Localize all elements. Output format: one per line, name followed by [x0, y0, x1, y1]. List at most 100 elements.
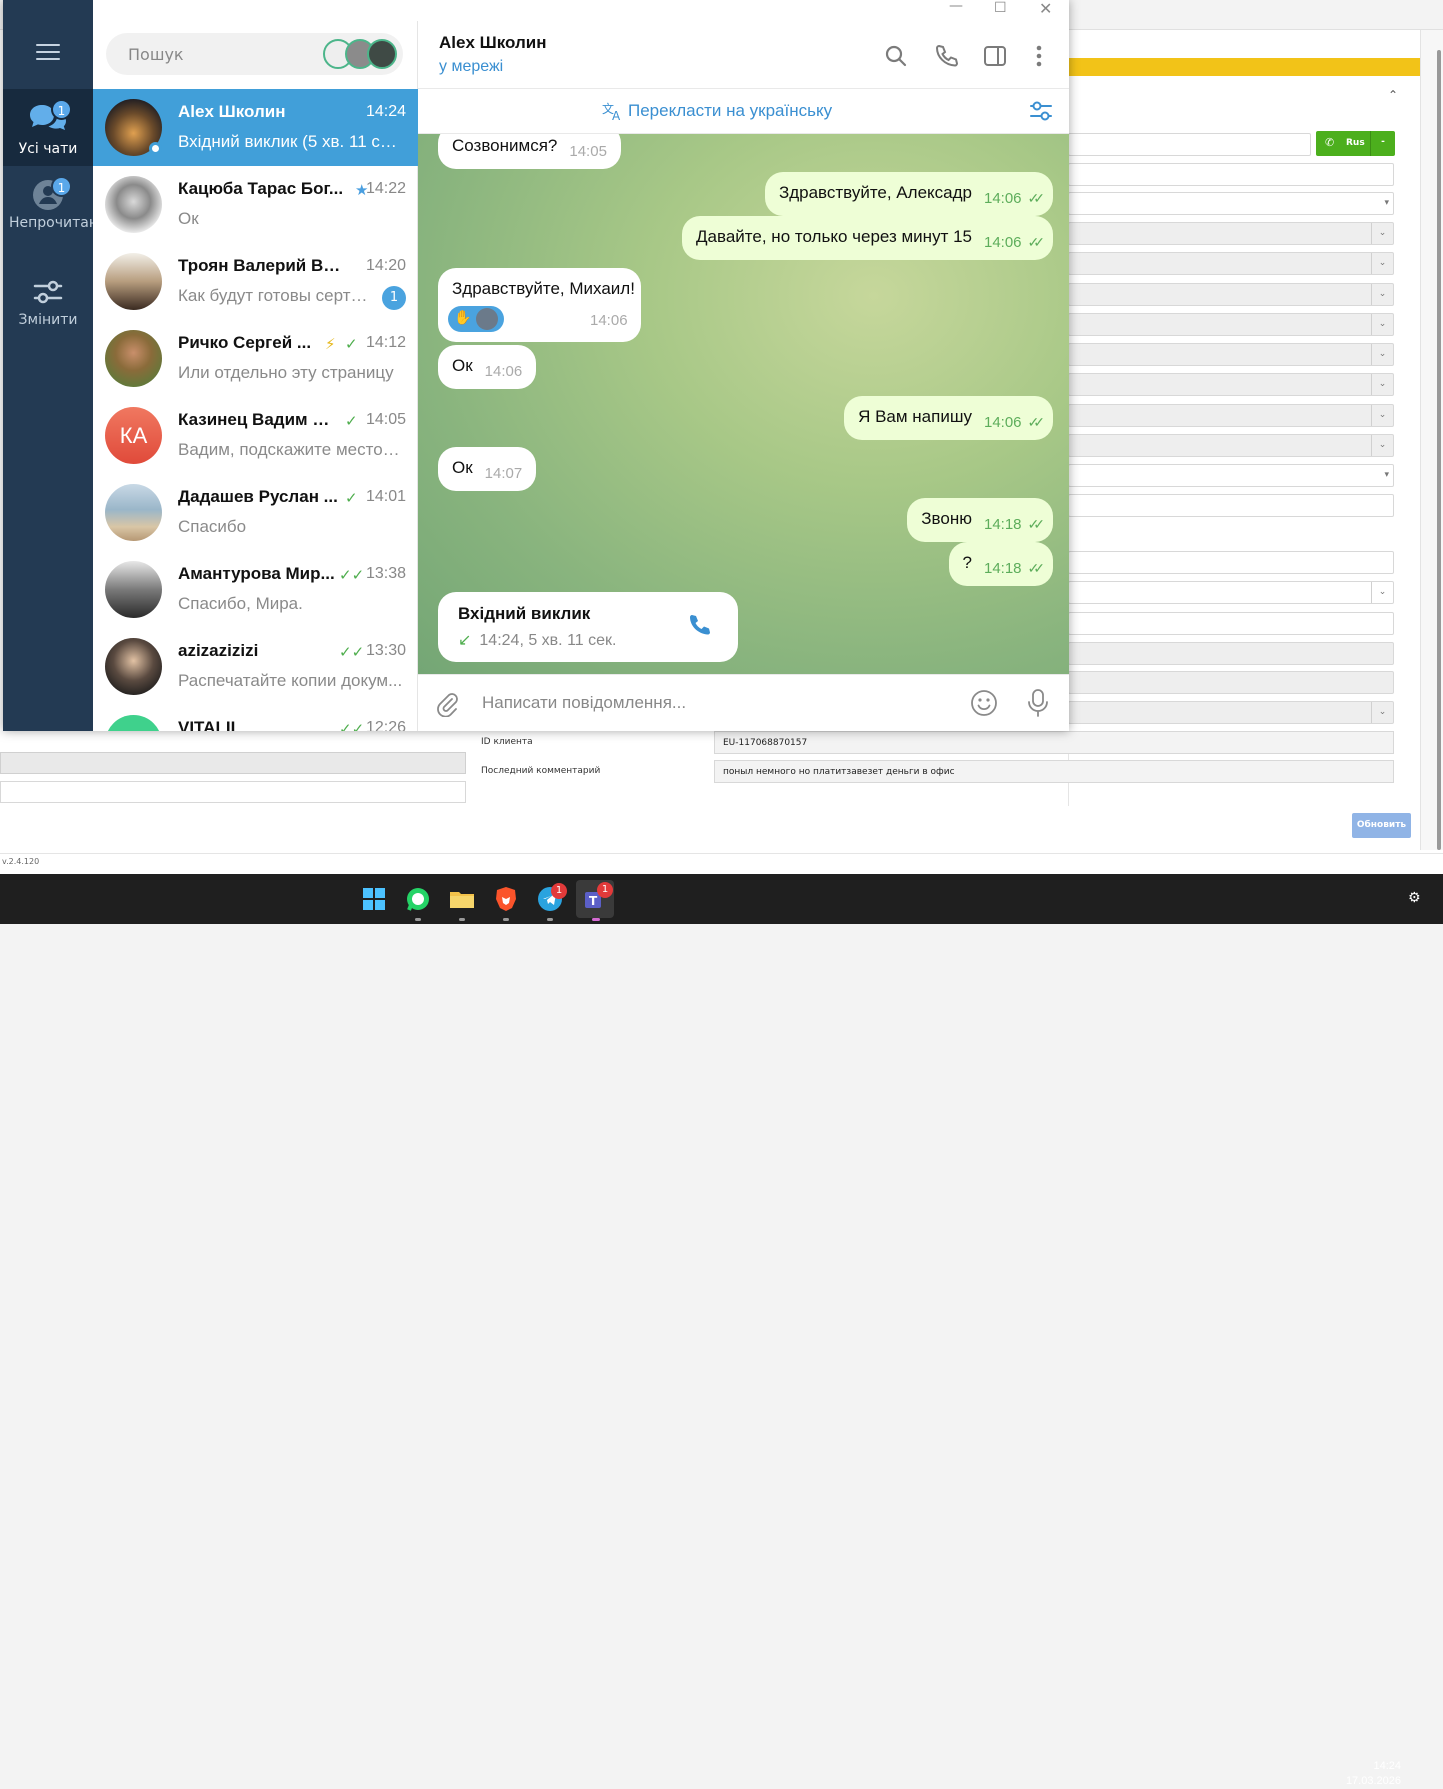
chat-item[interactable]: Дадашев Руслан ... ✓ 14:01 Спасибо	[93, 474, 418, 551]
chat-preview: Вхідний виклик (5 хв. 11 сек.)	[178, 132, 403, 151]
call-title: Вхідний виклик	[458, 604, 591, 623]
form-field[interactable]	[1068, 163, 1394, 186]
form-field[interactable]	[1068, 612, 1394, 635]
notification-bell-icon[interactable]: ⚙	[1408, 890, 1421, 906]
form-select[interactable]: ⌄	[1068, 313, 1394, 336]
update-button[interactable]: Обновить	[1352, 813, 1411, 838]
chat-time: 14:24	[365, 103, 406, 120]
message-bubble[interactable]: Созвонимся? 14:05	[438, 134, 621, 169]
double-check-icon: ✓✓	[339, 566, 365, 584]
reaction-chip[interactable]: ✋	[448, 306, 504, 332]
telegram-icon[interactable]: 1	[534, 883, 567, 915]
message-text: Созвонимся?	[452, 136, 558, 155]
message-time: 14:06	[983, 414, 1022, 431]
form-field[interactable]	[1068, 494, 1394, 517]
bolt-icon: ⚡	[325, 335, 336, 353]
contact-name[interactable]: Alex Школин	[439, 33, 546, 53]
message-bubble[interactable]: Ок 14:07	[438, 447, 537, 491]
translate-label[interactable]: Перекласти на українську	[628, 101, 832, 121]
folder-all-chats[interactable]: 1 Усі чати	[3, 89, 93, 166]
form-select[interactable]: ⌄	[1068, 283, 1394, 306]
menu-icon[interactable]	[36, 44, 60, 62]
form-select[interactable]: ⌄	[1068, 581, 1394, 604]
left-select[interactable]	[0, 781, 466, 803]
form-field[interactable]	[1068, 551, 1394, 574]
chat-background: Созвонимся? 14:05 Здравствуйте, Алексадр 1…	[418, 134, 1069, 674]
read-check-icon: ✓	[345, 335, 358, 353]
form-select[interactable]: ⌄	[1068, 343, 1394, 366]
message-bubble[interactable]: Звоню 14:18 ✓✓	[907, 498, 1053, 542]
message-input[interactable]: Написати повідомлення...	[482, 693, 686, 713]
whatsapp-icon[interactable]	[402, 883, 434, 915]
call-dropdown-button[interactable]: -	[1370, 131, 1395, 156]
windows-start-icon[interactable]	[358, 883, 390, 915]
scrollbar-thumb[interactable]	[1437, 50, 1441, 850]
teams-icon[interactable]: T 1	[576, 880, 614, 918]
form-select[interactable]: ▾	[1068, 464, 1394, 487]
left-select[interactable]	[0, 752, 466, 774]
folder-badge: 1	[51, 99, 72, 120]
story-avatars[interactable]	[323, 39, 399, 69]
chat-item[interactable]: Ричко Сергей ... ⚡ ✓ 14:12 Или отдельно …	[93, 320, 418, 397]
more-icon[interactable]	[1026, 43, 1052, 69]
avatar	[105, 715, 162, 731]
form-select[interactable]: ⌄	[1068, 373, 1394, 396]
microphone-icon[interactable]	[1026, 688, 1050, 718]
message-bubble[interactable]: Здравствуйте, Михаил! ✋ 14:06	[438, 268, 641, 342]
search-icon[interactable]	[883, 43, 909, 69]
message-bubble[interactable]: ? 14:18 ✓✓	[948, 542, 1053, 586]
collapse-chevron-icon[interactable]: ⌃	[1388, 88, 1398, 102]
double-check-icon: ✓✓	[1027, 516, 1046, 532]
message-text: Звоню	[921, 509, 972, 528]
message-bubble[interactable]: Ок 14:06	[438, 345, 537, 389]
maximize-icon[interactable]: ☐	[994, 0, 1007, 20]
form-select[interactable]: ▾	[1068, 192, 1394, 215]
translate-bar[interactable]: 文A Перекласти на українську	[418, 89, 1069, 134]
chat-item[interactable]: КА Казинец Вадим А... ✓ 14:05 Вадим, под…	[93, 397, 418, 474]
folder-edit[interactable]: Змінити	[3, 266, 93, 343]
file-explorer-icon[interactable]	[446, 883, 478, 915]
message-bubble[interactable]: Я Вам напишу 14:06 ✓✓	[844, 396, 1053, 440]
form-select[interactable]: ⌄	[1068, 701, 1394, 724]
close-icon[interactable]: ✕	[1039, 0, 1052, 19]
phone-icon[interactable]	[933, 43, 959, 69]
form-select[interactable]: ⌄	[1068, 222, 1394, 245]
form-field[interactable]	[1068, 642, 1394, 665]
telegram-window: 1 Усі чати 1 Непрочитано Змінити Пошук A…	[3, 0, 1069, 731]
chat-item[interactable]: azizazizizi ✓✓ 13:30 Распечатайте копии …	[93, 628, 418, 705]
chat-item[interactable]: Alex Школин 14:24 Вхідний виклик (5 хв. …	[93, 89, 418, 166]
conversation-header: Alex Школин у мережі	[418, 21, 1069, 89]
chat-name: Дадашев Руслан ...	[178, 487, 338, 506]
message-bubble[interactable]: Давайте, но только через минут 15 14:06 ✓✓	[682, 216, 1053, 260]
brave-browser-icon[interactable]	[490, 883, 522, 915]
sidebar-toggle-icon[interactable]	[982, 43, 1008, 69]
client-id-label: ID клиента	[481, 737, 533, 747]
chat-time: 14:01	[365, 488, 406, 505]
emoji-icon[interactable]	[970, 689, 998, 717]
search-placeholder: Пошук	[128, 45, 184, 64]
incoming-call-card[interactable]: Вхідний виклик ↙ 14:24, 5 хв. 11 сек.	[438, 592, 738, 662]
form-select[interactable]: ⌄	[1068, 404, 1394, 427]
teams-taskbar-badge: 1	[597, 882, 613, 898]
form-select[interactable]: ⌄	[1068, 252, 1394, 275]
avatar	[105, 561, 162, 618]
attach-icon[interactable]	[434, 691, 460, 717]
form-select[interactable]: ⌄	[1068, 434, 1394, 457]
date-field[interactable]	[1068, 671, 1394, 694]
minimize-icon[interactable]: —	[949, 0, 963, 18]
call-back-phone-icon[interactable]	[686, 612, 712, 638]
chat-item[interactable]: Кацюба Тарас Бог... ★ 14:22 Ок	[93, 166, 418, 243]
translate-settings-icon[interactable]	[1029, 100, 1053, 122]
form-field[interactable]	[1068, 133, 1311, 156]
system-clock[interactable]: 14:24 17.03.2026	[1341, 1759, 1401, 1789]
chat-preview: Спасибо	[178, 517, 247, 536]
chat-item[interactable]: VITALII ✓✓ 12:26	[93, 705, 418, 731]
call-button[interactable]: ✆ Rus -	[1316, 131, 1395, 156]
search-input[interactable]: Пошук	[106, 33, 403, 75]
message-bubble[interactable]: Здравствуйте, Алексадр 14:06 ✓✓	[764, 172, 1053, 216]
chat-item[interactable]: Амантурова Мир... ✓✓ 13:38 Спасибо, Мира…	[93, 551, 418, 628]
handshake-icon: ✋	[454, 309, 472, 325]
chat-item[interactable]: Троян Валерий Вале... 14:20 Как будут го…	[93, 243, 418, 320]
chat-name: Кацюба Тарас Бог...	[178, 179, 344, 198]
folder-unread[interactable]: 1 Непрочитано	[3, 166, 107, 243]
